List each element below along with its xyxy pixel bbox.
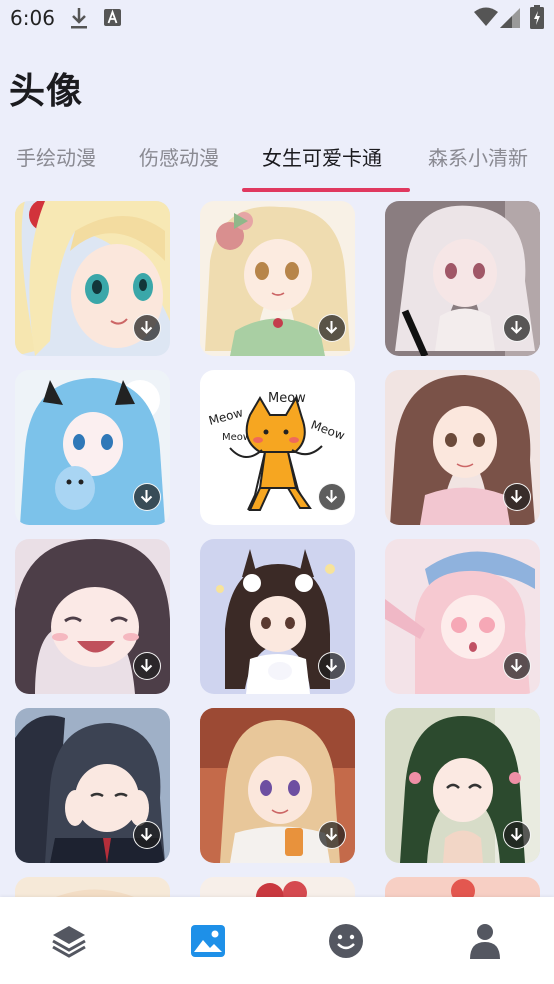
a-icon bbox=[104, 9, 121, 26]
avatar-tile[interactable] bbox=[385, 370, 540, 525]
download-button[interactable] bbox=[318, 821, 346, 849]
avatar-tile[interactable] bbox=[385, 201, 540, 356]
tab-sad-anime[interactable]: 伤感动漫 bbox=[139, 142, 219, 171]
avatar-grid: Meow Meow Meow Meow bbox=[0, 200, 554, 900]
download-button[interactable] bbox=[133, 652, 161, 680]
download-button[interactable] bbox=[133, 483, 161, 511]
download-button[interactable] bbox=[133, 821, 161, 849]
avatar-tile[interactable] bbox=[385, 539, 540, 694]
download-icon bbox=[325, 321, 338, 334]
download-icon bbox=[510, 828, 523, 841]
download-button[interactable] bbox=[133, 314, 161, 342]
download-button[interactable] bbox=[503, 821, 531, 849]
download-icon bbox=[510, 490, 523, 503]
download-icon bbox=[140, 490, 153, 503]
download-button[interactable] bbox=[318, 483, 346, 511]
image-icon bbox=[191, 925, 225, 957]
battery-icon bbox=[530, 5, 544, 29]
avatar-tile[interactable] bbox=[15, 539, 170, 694]
status-time: 6:06 bbox=[10, 6, 55, 30]
avatar-tile[interactable] bbox=[200, 539, 355, 694]
tab-active-indicator bbox=[242, 188, 410, 192]
app-root: 6:06 头像 手绘动漫 伤感动漫 女生可爱卡通 森系小清新 Meow Meow… bbox=[0, 0, 554, 984]
avatar-tile[interactable] bbox=[15, 708, 170, 863]
tab-hand-drawn-anime[interactable]: 手绘动漫 bbox=[16, 142, 96, 171]
download-icon bbox=[140, 828, 153, 841]
signal-icon bbox=[500, 8, 520, 28]
nav-layers[interactable] bbox=[49, 921, 89, 961]
avatar-tile[interactable] bbox=[15, 370, 170, 525]
avatar-tile[interactable] bbox=[200, 201, 355, 356]
avatar-tile[interactable]: Meow Meow Meow Meow bbox=[200, 370, 355, 525]
nav-emoji[interactable] bbox=[326, 921, 366, 961]
tab-cute-girl-cartoon[interactable]: 女生可爱卡通 bbox=[262, 142, 382, 171]
meow-text: Meow bbox=[268, 391, 306, 406]
download-icon bbox=[510, 321, 523, 334]
nav-images[interactable] bbox=[188, 921, 228, 961]
avatar-tile[interactable] bbox=[200, 708, 355, 863]
download-icon bbox=[140, 321, 153, 334]
avatar-tile[interactable] bbox=[15, 201, 170, 356]
smiley-icon bbox=[329, 924, 363, 958]
download-icon bbox=[510, 659, 523, 672]
download-button[interactable] bbox=[503, 483, 531, 511]
nav-profile[interactable] bbox=[465, 921, 505, 961]
bottom-navigation bbox=[0, 897, 554, 984]
status-bar: 6:06 bbox=[0, 0, 554, 40]
category-tabs: 手绘动漫 伤感动漫 女生可爱卡通 森系小清新 bbox=[0, 136, 554, 196]
download-icon bbox=[325, 490, 338, 503]
download-icon bbox=[325, 659, 338, 672]
profile-icon bbox=[470, 924, 500, 959]
layers-icon bbox=[52, 926, 86, 958]
download-icon bbox=[71, 8, 87, 29]
download-button[interactable] bbox=[318, 314, 346, 342]
tab-forest-fresh[interactable]: 森系小清新 bbox=[428, 142, 528, 171]
download-button[interactable] bbox=[503, 314, 531, 342]
download-button[interactable] bbox=[318, 652, 346, 680]
download-button[interactable] bbox=[503, 652, 531, 680]
avatar-tile[interactable] bbox=[385, 708, 540, 863]
download-icon bbox=[140, 659, 153, 672]
wifi-icon bbox=[474, 7, 498, 26]
page-title: 头像 bbox=[9, 71, 84, 112]
download-icon bbox=[325, 828, 338, 841]
